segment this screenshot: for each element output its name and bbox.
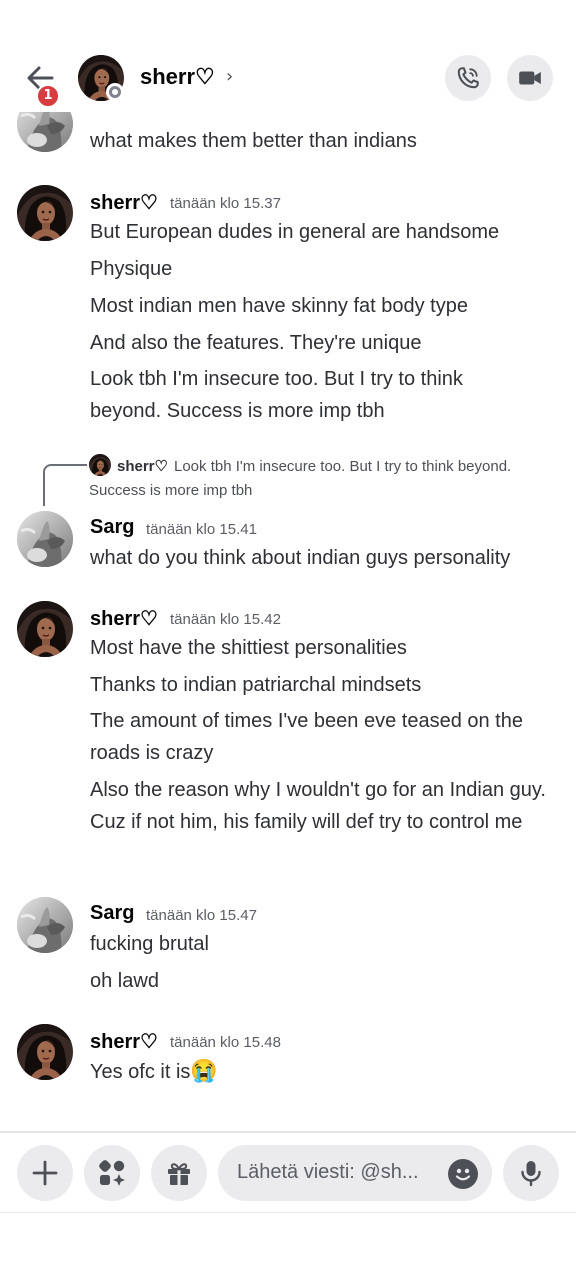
composer-divider — [0, 1131, 576, 1133]
message-text: what makes them better than indians — [90, 130, 417, 152]
message-text: And also the features. They're unique — [90, 332, 422, 354]
message-author[interactable]: Sarg — [90, 516, 134, 539]
voice-call-button[interactable] — [445, 55, 491, 101]
message-timestamp: tänään klo 15.48 — [170, 1034, 281, 1051]
message-author[interactable]: sherr♡ — [90, 606, 158, 631]
video-call-button[interactable] — [507, 55, 553, 101]
add-attachment-button[interactable] — [17, 1145, 73, 1201]
message-timestamp: tänään klo 15.42 — [170, 611, 281, 628]
message-text: Physique — [90, 258, 173, 280]
video-camera-icon — [519, 71, 541, 85]
message-text-content: Yes ofc it is — [90, 1061, 191, 1083]
phone-icon — [457, 67, 479, 89]
gift-icon — [168, 1163, 190, 1185]
voice-message-button[interactable] — [503, 1145, 559, 1201]
emoji-icon — [455, 1168, 471, 1181]
message-text: Yes ofc it is😭 — [90, 1055, 560, 1088]
avatar-sarg[interactable] — [17, 511, 73, 567]
avatar-sarg[interactable] — [17, 897, 73, 953]
apps-icon — [99, 1160, 125, 1186]
message-text: Look tbh I'm insecure too. But I try to … — [90, 368, 463, 422]
reply-author[interactable]: sherr♡ — [117, 457, 168, 475]
avatar-sherr[interactable] — [17, 601, 73, 657]
emoji-picker-button[interactable] — [448, 1159, 478, 1189]
chevron-right-icon[interactable]: › — [226, 66, 233, 87]
reply-connector — [43, 464, 87, 506]
message-text: Most indian men have skinny fat body typ… — [90, 295, 468, 317]
microphone-icon — [521, 1161, 541, 1187]
message-text: what do you think about indian guys pers… — [90, 547, 511, 569]
message-timestamp: tänään klo 15.37 — [170, 195, 281, 212]
message-text: fucking brutal — [90, 933, 209, 955]
loudly-crying-emoji: 😭 — [190, 1058, 218, 1083]
message-author[interactable]: Sarg — [90, 902, 134, 925]
plus-icon — [32, 1160, 58, 1186]
unread-badge: 1 — [36, 84, 60, 108]
channel-title[interactable]: sherr♡ — [140, 64, 215, 90]
apps-button[interactable] — [84, 1145, 140, 1201]
message-author[interactable]: sherr♡ — [90, 1029, 158, 1054]
message-text: Thanks to indian patriarchal mindsets — [90, 674, 422, 696]
offline-status-indicator — [106, 83, 124, 101]
message-text: But European dudes in general are handso… — [90, 221, 500, 243]
gift-button[interactable] — [151, 1145, 207, 1201]
message-text: The amount of times I've been eve teased… — [90, 710, 523, 764]
chat-header: 1 sherr♡ › — [0, 0, 576, 112]
message-author[interactable]: sherr♡ — [90, 190, 158, 215]
message-input-placeholder: Lähetä viesti: @sh... — [237, 1161, 419, 1183]
message-text: Most have the shittiest personalities — [90, 637, 407, 659]
message-timestamp: tänään klo 15.47 — [146, 907, 257, 924]
avatar-sherr[interactable] — [17, 185, 73, 241]
message-text: Also the reason why I wouldn't go for an… — [90, 779, 546, 833]
avatar-sherr[interactable] — [17, 1024, 73, 1080]
message-timestamp: tänään klo 15.41 — [146, 521, 257, 538]
navigation-divider — [0, 1212, 576, 1213]
message-text: oh lawd — [90, 970, 159, 992]
reply-avatar — [89, 454, 111, 476]
